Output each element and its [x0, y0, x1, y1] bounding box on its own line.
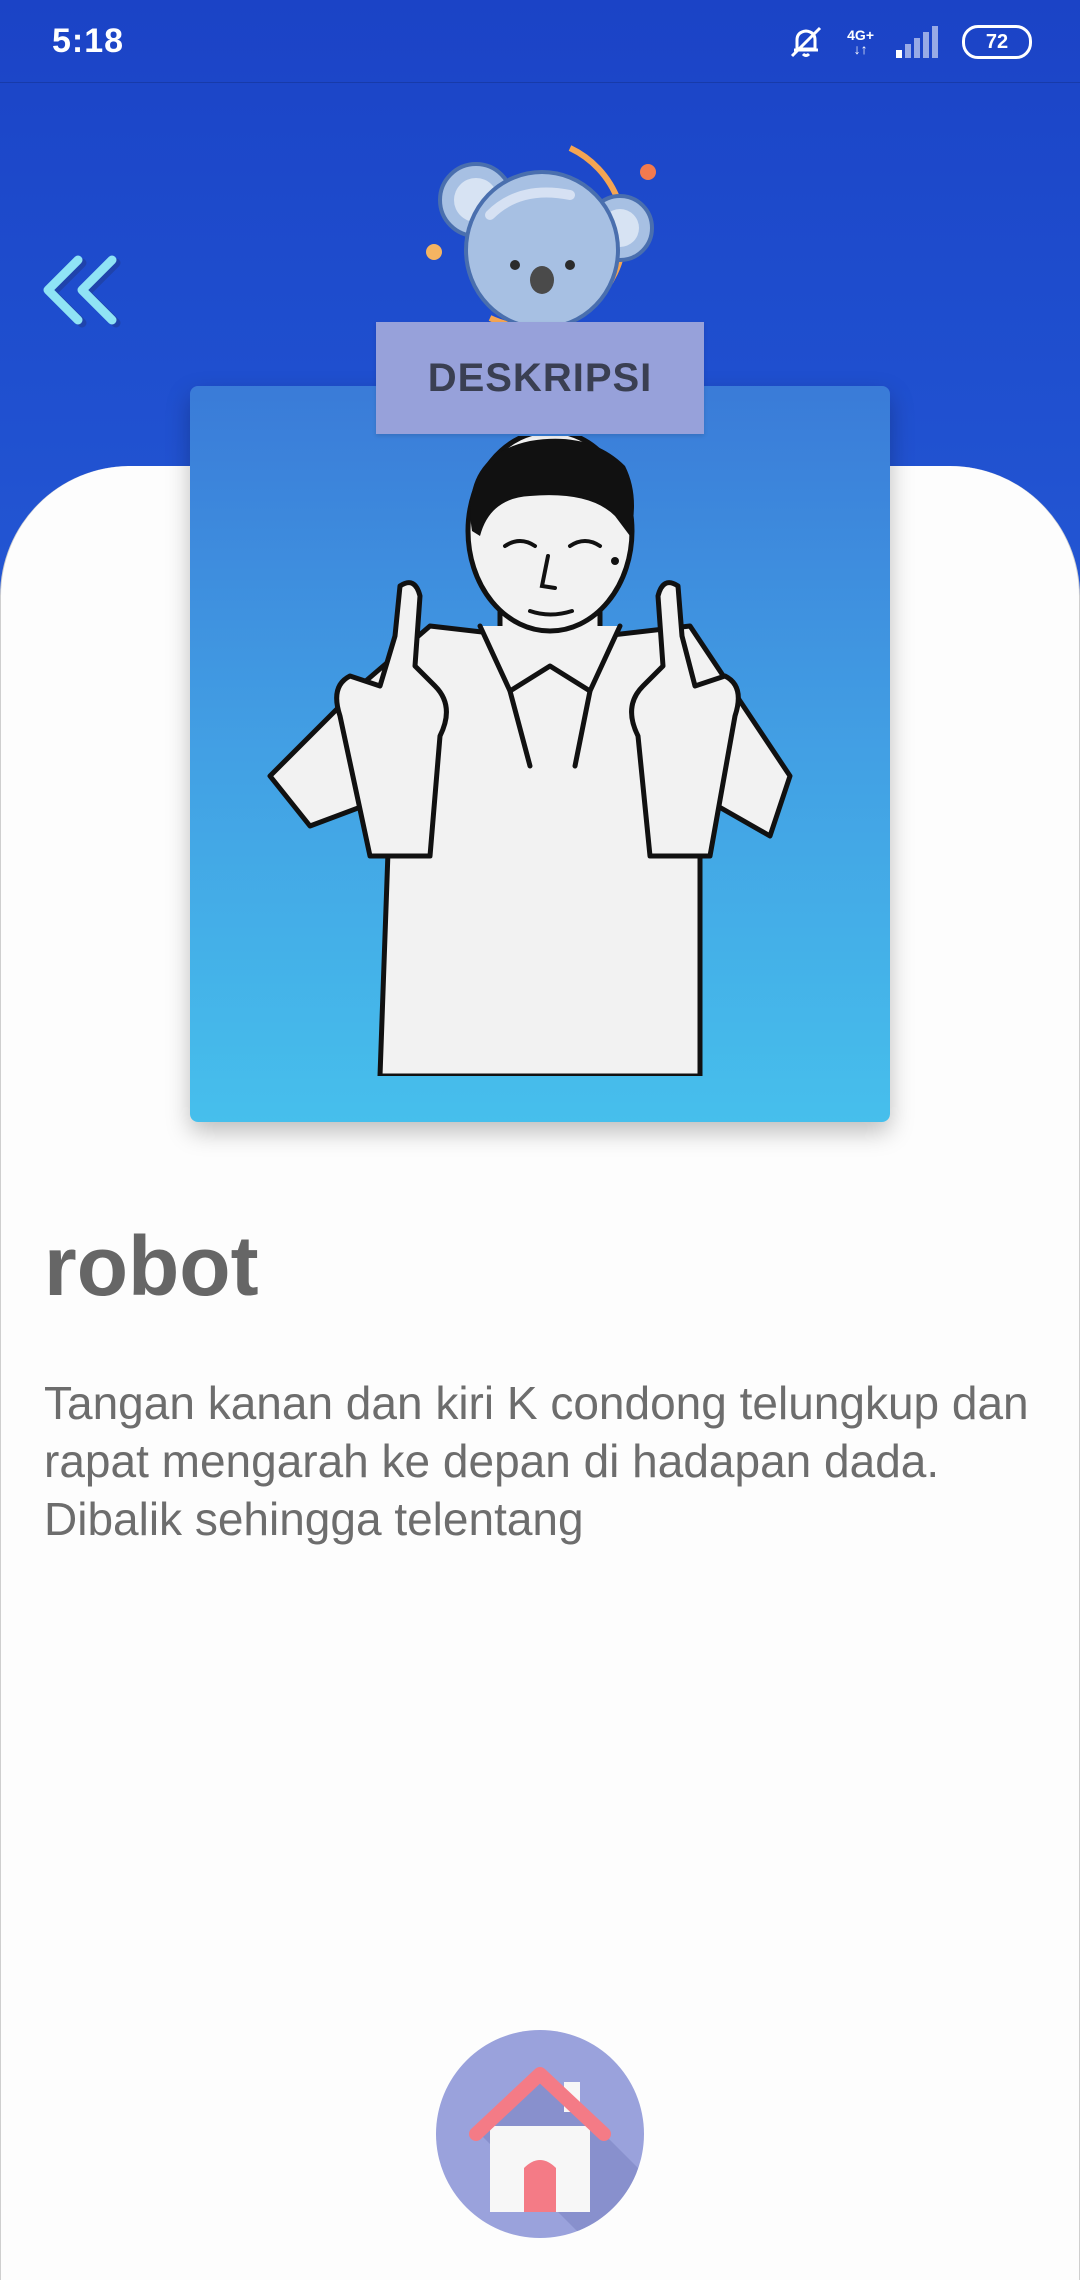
koala-mascot — [426, 145, 656, 330]
word-title: robot — [44, 1219, 259, 1313]
battery-level: 72 — [985, 30, 1009, 53]
section-label: DESKRIPSI — [376, 322, 704, 434]
sign-language-illustration — [267, 436, 793, 1076]
status-time: 5:18 — [52, 22, 125, 60]
double-chevron-left-icon — [43, 255, 121, 328]
home-icon — [469, 2067, 644, 2238]
signal-bars-icon — [896, 26, 938, 58]
battery-icon: 72 — [962, 25, 1032, 59]
network-type-label: 4G+ — [847, 27, 874, 43]
bell-off-icon — [791, 26, 822, 58]
sign-image-card — [190, 386, 890, 1122]
network-arrows-label: ↓↑ — [853, 41, 868, 57]
word-description: Tangan kanan dan kiri K condong telungku… — [44, 1377, 1029, 1545]
back-button[interactable] — [40, 248, 130, 328]
home-button[interactable] — [436, 2030, 644, 2238]
screen: 5:18 4G+ ↓↑ 72 DESKRIPSI robot Tangan ka… — [0, 0, 1080, 2280]
status-icons: 4G+ ↓↑ 72 — [787, 20, 1032, 64]
status-bar: 5:18 4G+ ↓↑ 72 — [0, 0, 1080, 83]
network-indicator: 4G+ ↓↑ — [847, 28, 874, 56]
